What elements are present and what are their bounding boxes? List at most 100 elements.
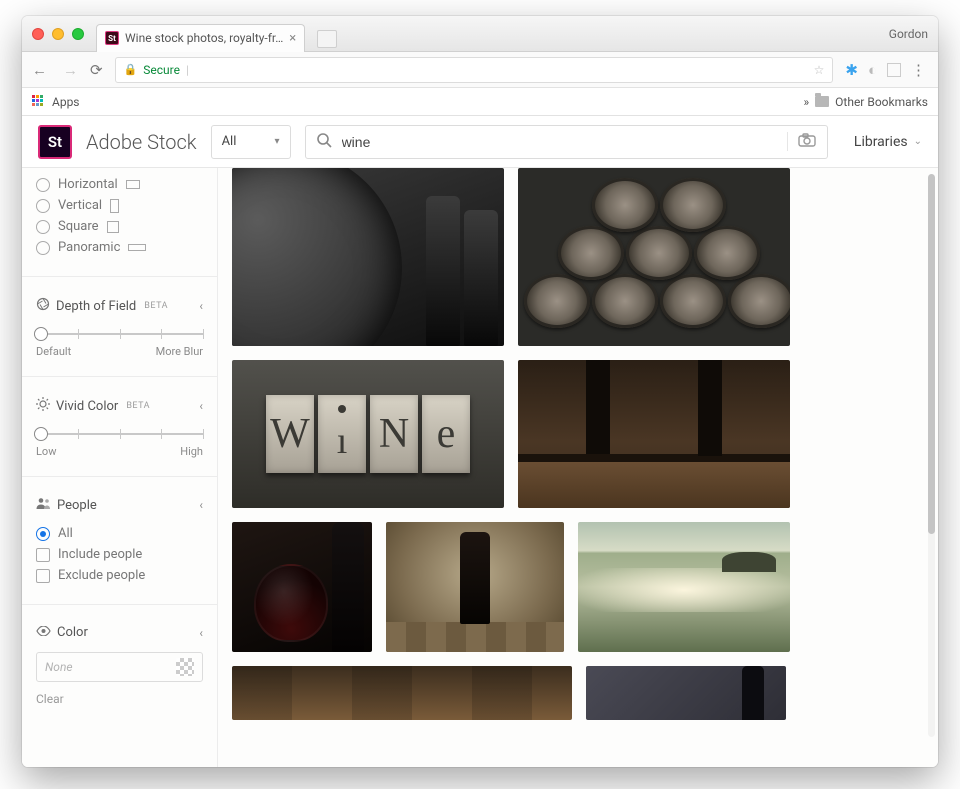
minimize-window-button[interactable] bbox=[52, 28, 64, 40]
label: Vertical bbox=[58, 198, 102, 213]
scrollbar-thumb[interactable] bbox=[928, 174, 935, 534]
people-exclude[interactable]: Exclude people bbox=[36, 565, 203, 586]
checkbox-icon bbox=[36, 569, 50, 583]
filters-sidebar: Horizontal Vertical Square Panoramic bbox=[22, 168, 218, 767]
browser-window: St Wine stock photos, royalty-fr… × Gord… bbox=[22, 16, 938, 767]
result-thumbnail[interactable] bbox=[518, 168, 790, 346]
search-input[interactable] bbox=[342, 134, 777, 150]
color-section[interactable]: Color ‹ bbox=[36, 623, 203, 650]
label: Include people bbox=[58, 547, 142, 562]
vivid-slider[interactable] bbox=[36, 427, 203, 441]
result-thumbnail[interactable] bbox=[232, 168, 504, 346]
profile-name[interactable]: Gordon bbox=[889, 27, 928, 41]
chevron-left-icon: ‹ bbox=[199, 299, 203, 313]
orientation-panoramic[interactable]: Panoramic bbox=[36, 237, 203, 258]
result-thumbnail[interactable] bbox=[578, 522, 790, 652]
slider-min-label: Default bbox=[36, 345, 71, 358]
lock-icon: 🔒 bbox=[124, 63, 138, 76]
letter-tile: W bbox=[266, 395, 314, 473]
back-button[interactable]: ← bbox=[32, 61, 47, 79]
result-thumbnail[interactable] bbox=[518, 360, 790, 508]
bookmarks-bar: Apps » Other Bookmarks bbox=[22, 88, 938, 116]
tab-favicon: St bbox=[105, 31, 119, 45]
toolbar-extensions: ✱ ◐ ⋮ bbox=[845, 61, 928, 79]
tab-close-button[interactable]: × bbox=[289, 31, 296, 46]
label: Exclude people bbox=[58, 568, 145, 583]
people-all[interactable]: All bbox=[36, 523, 203, 544]
depth-slider[interactable] bbox=[36, 327, 203, 341]
radio-icon bbox=[36, 199, 50, 213]
category-dropdown[interactable]: All ▾ bbox=[211, 125, 291, 159]
aperture-icon bbox=[36, 297, 50, 315]
apps-link[interactable]: Apps bbox=[52, 95, 80, 109]
extension-icon[interactable]: ✱ bbox=[845, 61, 858, 79]
slider-min-label: Low bbox=[36, 445, 56, 458]
vivid-color-section[interactable]: Vivid Color BETA ‹ bbox=[36, 395, 203, 425]
content-area: Horizontal Vertical Square Panoramic bbox=[22, 168, 938, 767]
chevron-down-icon: ⌄ bbox=[914, 136, 922, 147]
letter-tile: N bbox=[370, 395, 418, 473]
people-include[interactable]: Include people bbox=[36, 544, 203, 565]
transparency-swatch-icon bbox=[176, 658, 194, 676]
slider-max-label: High bbox=[180, 445, 203, 458]
orientation-vertical[interactable]: Vertical bbox=[36, 195, 203, 216]
checkbox-icon bbox=[36, 548, 50, 562]
radio-icon bbox=[36, 241, 50, 255]
browser-menu-button[interactable]: ⋮ bbox=[911, 61, 928, 79]
orientation-horizontal[interactable]: Horizontal bbox=[36, 174, 203, 195]
reload-button[interactable]: ⟳ bbox=[90, 61, 103, 79]
forward-button[interactable]: → bbox=[63, 61, 78, 79]
chevron-left-icon: ‹ bbox=[199, 626, 203, 640]
zoom-window-button[interactable] bbox=[72, 28, 84, 40]
result-thumbnail[interactable]: W ı N e bbox=[232, 360, 504, 508]
visual-search-icon[interactable] bbox=[787, 132, 817, 151]
brightness-icon bbox=[36, 397, 50, 415]
section-title: Vivid Color bbox=[56, 399, 118, 414]
address-bar[interactable]: 🔒 Secure | ☆ bbox=[115, 57, 834, 83]
libraries-label: Libraries bbox=[854, 134, 908, 150]
scrollbar[interactable] bbox=[928, 174, 935, 737]
apps-icon bbox=[32, 95, 46, 109]
square-icon bbox=[107, 221, 119, 233]
browser-tab[interactable]: St Wine stock photos, royalty-fr… × bbox=[96, 24, 305, 52]
extension-icon-3[interactable] bbox=[887, 63, 901, 77]
close-window-button[interactable] bbox=[32, 28, 44, 40]
letter-tile: e bbox=[422, 395, 470, 473]
section-title: Depth of Field bbox=[56, 299, 136, 314]
label: Panoramic bbox=[58, 240, 120, 255]
other-bookmarks-link[interactable]: Other Bookmarks bbox=[835, 95, 928, 109]
secure-label: Secure bbox=[143, 63, 180, 77]
clear-filters[interactable]: Clear bbox=[36, 692, 203, 706]
new-tab-button[interactable] bbox=[317, 30, 337, 48]
slider-thumb[interactable] bbox=[34, 427, 48, 441]
slider-thumb[interactable] bbox=[34, 327, 48, 341]
people-section[interactable]: People ‹ bbox=[36, 495, 203, 523]
search-bar bbox=[305, 125, 828, 159]
result-thumbnail[interactable] bbox=[586, 666, 786, 720]
chevron-down-icon: ▾ bbox=[275, 136, 280, 147]
overflow-chevron[interactable]: » bbox=[804, 95, 810, 109]
category-dropdown-label: All bbox=[222, 134, 237, 149]
result-thumbnail[interactable] bbox=[232, 666, 572, 720]
window-controls bbox=[32, 28, 84, 40]
chevron-left-icon: ‹ bbox=[199, 399, 203, 413]
beta-badge: BETA bbox=[144, 301, 168, 311]
tab-title: Wine stock photos, royalty-fr… bbox=[125, 31, 283, 45]
color-input[interactable]: None bbox=[36, 652, 203, 682]
bookmark-star-icon[interactable]: ☆ bbox=[814, 63, 825, 77]
result-thumbnail[interactable] bbox=[232, 522, 372, 652]
folder-icon bbox=[815, 96, 829, 107]
color-placeholder: None bbox=[45, 660, 73, 674]
extension-icon-2[interactable]: ◐ bbox=[868, 61, 877, 79]
adobe-stock-logo[interactable]: St bbox=[38, 125, 72, 159]
browser-toolbar: ← → ⟳ 🔒 Secure | ☆ ✱ ◐ ⋮ bbox=[22, 52, 938, 88]
libraries-menu[interactable]: Libraries ⌄ bbox=[842, 134, 922, 150]
radio-icon bbox=[36, 220, 50, 234]
chevron-left-icon: ‹ bbox=[199, 498, 203, 512]
portrait-icon bbox=[110, 199, 119, 213]
landscape-icon bbox=[126, 180, 140, 189]
result-thumbnail[interactable] bbox=[386, 522, 564, 652]
orientation-square[interactable]: Square bbox=[36, 216, 203, 237]
depth-of-field-section[interactable]: Depth of Field BETA ‹ bbox=[36, 295, 203, 325]
stock-header: St Adobe Stock All ▾ Libraries ⌄ bbox=[22, 116, 938, 168]
